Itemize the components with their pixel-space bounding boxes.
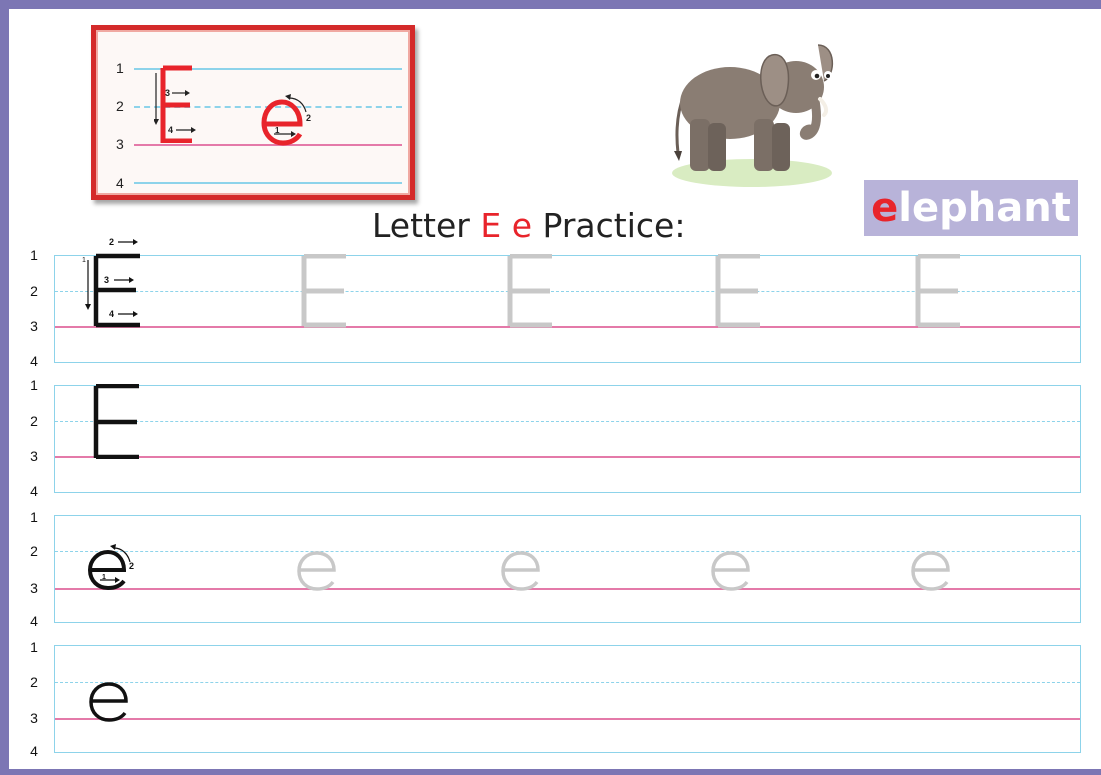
line-number: 4 [30, 613, 38, 629]
model-lowercase-e [89, 682, 128, 722]
elephant-illustration [672, 44, 833, 187]
line-number: 1 [30, 509, 38, 525]
row-box [54, 385, 1081, 493]
trace-uppercase-e [301, 254, 346, 328]
title-upper-letter: E [480, 206, 502, 245]
line-number: 1 [116, 60, 124, 76]
title-suffix: Practice: [542, 206, 686, 245]
model-uppercase-e-guided: 1 2 3 4 [82, 237, 140, 328]
line-number: 2 [30, 413, 38, 429]
trace-uppercase-e [915, 254, 960, 328]
base-line [55, 456, 1080, 458]
word-rest: lephant [898, 185, 1071, 231]
practice-row-3: 1 2 3 4 2 1 [0, 506, 1101, 636]
stroke-label: 4 [168, 125, 173, 135]
example-uppercase-e: 1 2 3 4 [154, 65, 196, 143]
word-label: e lephant [864, 180, 1078, 236]
base-line [55, 718, 1080, 720]
line-number: 4 [30, 743, 38, 759]
title-lower-letter: e [511, 206, 533, 245]
word-first-letter: e [871, 185, 899, 231]
title-prefix: Letter [372, 206, 470, 245]
example-box: 1 2 3 4 1 2 3 4 2 1 [91, 25, 415, 200]
trace-lowercase-e [501, 551, 540, 591]
line-number: 2 [30, 283, 38, 299]
model-lowercase-e-guided: 2 1 [87, 544, 134, 591]
page-frame-bottom [0, 769, 1101, 775]
stroke-label: 2 [109, 237, 114, 247]
mid-line [55, 421, 1080, 422]
trace-uppercase-e [507, 254, 552, 328]
stroke-label: 1 [102, 574, 106, 581]
trace-lowercase-e [911, 551, 950, 591]
page-title: Letter E e Practice: [372, 206, 685, 246]
stroke-label: 4 [109, 309, 114, 319]
line-number: 4 [30, 483, 38, 499]
line-number: 2 [116, 98, 124, 114]
line-number: 3 [30, 710, 38, 726]
bottom-line [134, 182, 402, 184]
line-number: 1 [30, 377, 38, 393]
line-number: 1 [30, 247, 38, 263]
page-frame-top [0, 0, 1101, 9]
line-number: 1 [30, 639, 38, 655]
stroke-label: 3 [104, 275, 109, 285]
trace-lowercase-e [711, 551, 750, 591]
practice-row-1: 1 2 3 4 1 2 3 4 [0, 237, 1101, 376]
stroke-label: 2 [129, 561, 134, 571]
trace-lowercase-e [297, 551, 336, 591]
trace-uppercase-e [715, 254, 760, 328]
line-number: 3 [30, 580, 38, 596]
line-number: 4 [30, 353, 38, 369]
row-box [54, 645, 1081, 753]
stroke-label: 1 [82, 257, 86, 264]
example-lowercase-e: 2 1 [261, 94, 311, 146]
model-uppercase-e [93, 384, 139, 459]
line-number: 2 [30, 543, 38, 559]
practice-row-4: 1 2 3 4 [0, 636, 1101, 766]
stroke-label: 2 [306, 113, 311, 123]
line-number: 4 [116, 175, 124, 191]
practice-row-2: 1 2 3 4 [0, 376, 1101, 506]
line-number: 3 [30, 448, 38, 464]
line-number: 3 [30, 318, 38, 334]
mid-line [55, 682, 1080, 683]
line-number: 2 [30, 674, 38, 690]
line-number: 3 [116, 136, 124, 152]
stroke-label: 3 [165, 88, 170, 98]
stroke-label: 1 [275, 126, 280, 135]
